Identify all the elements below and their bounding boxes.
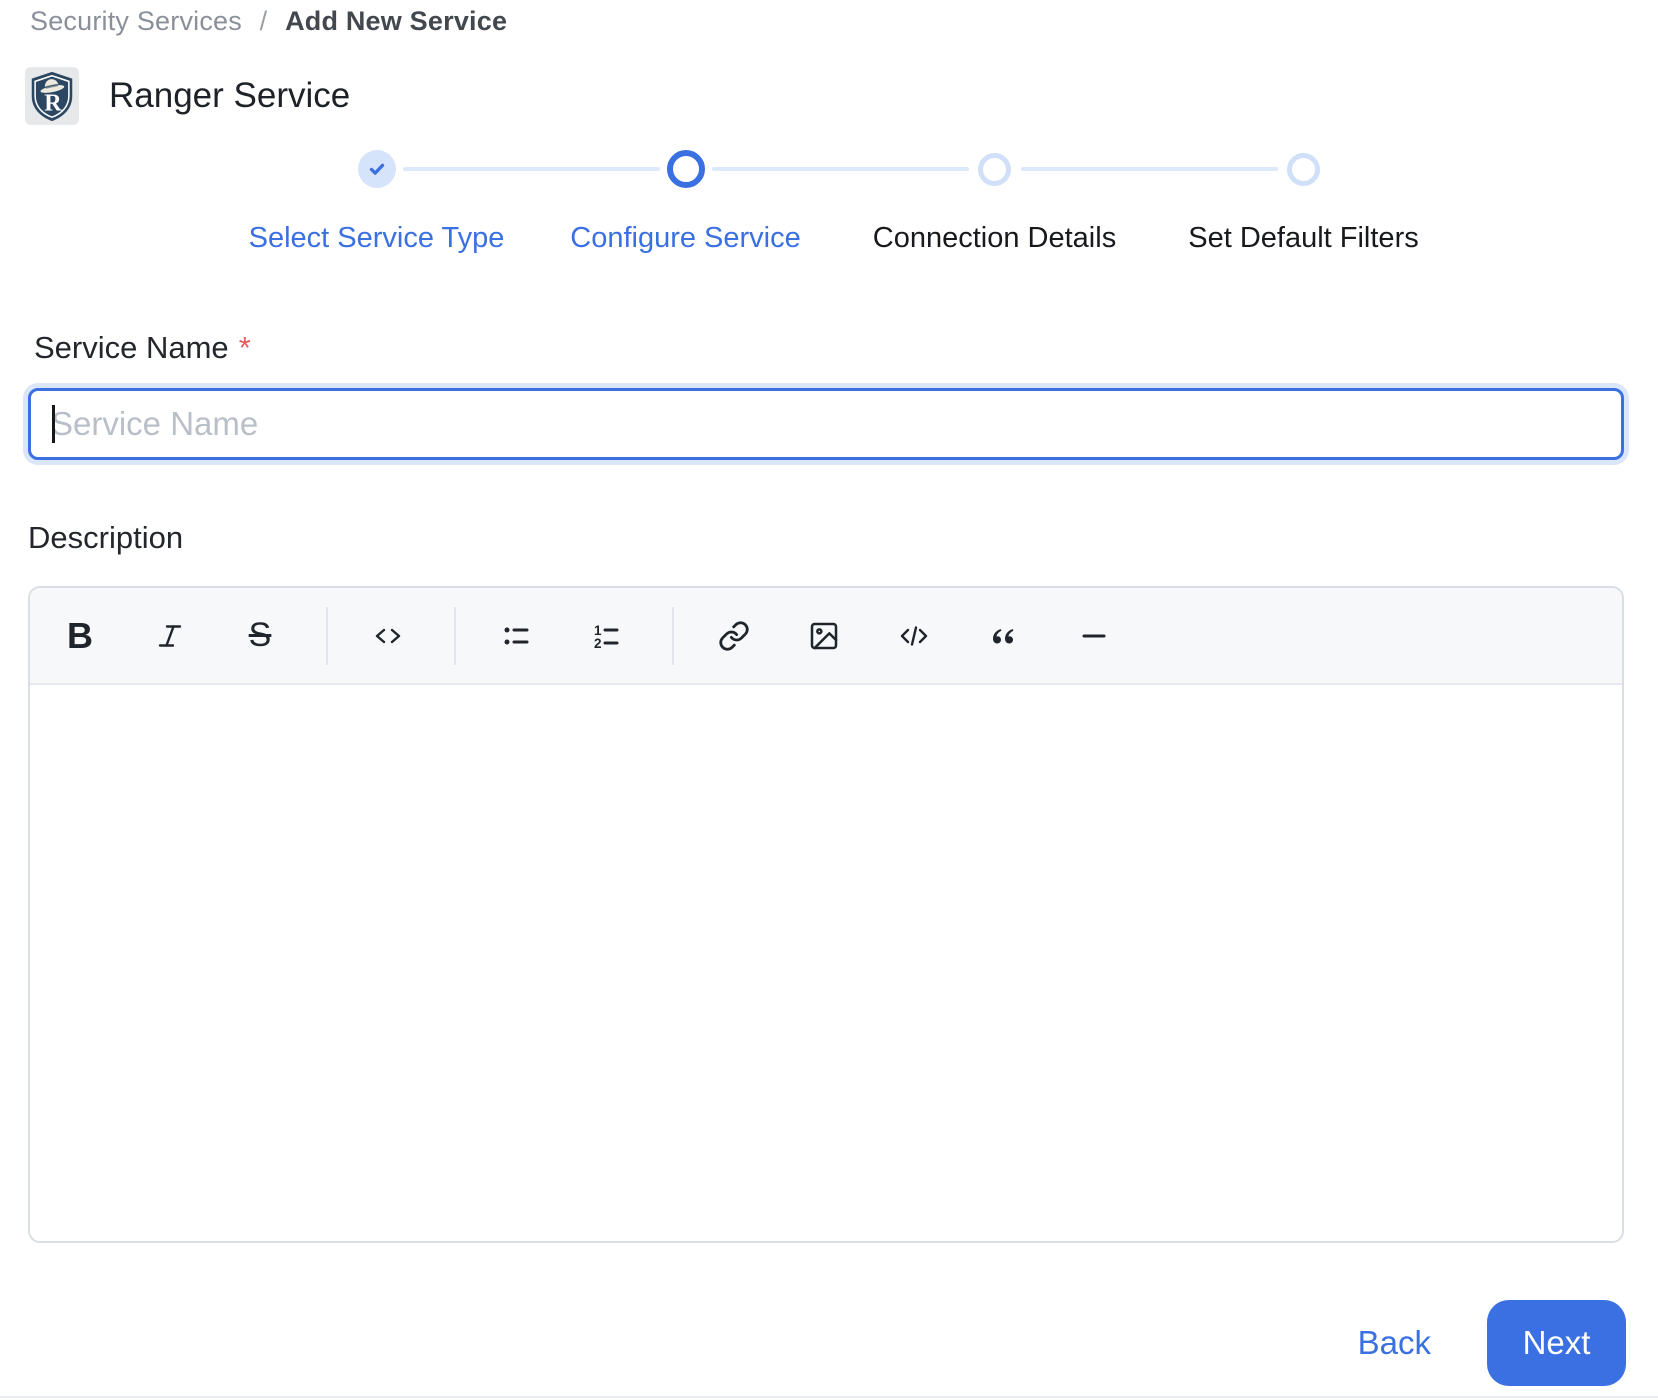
horizontal-rule-button[interactable] (1066, 608, 1122, 664)
ordered-list-icon: 1 2 (594, 623, 619, 651)
step-label: Configure Service (570, 222, 801, 254)
step-label: Connection Details (872, 222, 1117, 254)
step-completed-circle (357, 150, 396, 188)
blockquote-icon (993, 628, 1014, 643)
service-name-field-wrapper (28, 388, 1624, 460)
next-button[interactable]: Next (1487, 1300, 1626, 1386)
toolbar-divider (326, 606, 328, 665)
link-icon (719, 620, 749, 651)
toolbar-divider (672, 606, 674, 665)
breadcrumb: Security Services / Add New Service (30, 6, 507, 37)
ordered-list-button[interactable]: 1 2 (578, 608, 634, 664)
ranger-shield-logo-icon: R (25, 67, 79, 125)
step-set-default-filters[interactable]: Set Default Filters (1020, 140, 1458, 255)
wizard-footer: Back Next (1358, 1300, 1626, 1386)
required-asterisk: * (238, 330, 251, 365)
back-button[interactable]: Back (1358, 1324, 1431, 1362)
inline-code-button[interactable] (360, 608, 416, 664)
bold-button[interactable]: B (52, 608, 108, 664)
wizard-stepper: Select Service Type Configure Service Co… (222, 140, 1458, 255)
text-caret (52, 405, 55, 443)
inline-code-icon (375, 628, 401, 643)
page-header: R Ranger Service (25, 66, 350, 126)
strikethrough-button[interactable]: S (232, 608, 288, 664)
step-upcoming-circle (978, 152, 1011, 186)
italic-icon (158, 624, 182, 647)
blockquote-button[interactable] (976, 608, 1032, 664)
code-block-button[interactable] (886, 608, 942, 664)
toolbar-divider (454, 606, 456, 665)
editor-toolbar: B S 1 2 (30, 588, 1622, 685)
image-icon (810, 622, 838, 649)
service-name-input[interactable] (31, 391, 1621, 457)
service-name-label: Service Name * (34, 330, 251, 366)
check-icon (369, 163, 384, 175)
image-button[interactable] (796, 608, 852, 664)
step-active-circle (666, 150, 705, 188)
breadcrumb-parent-link[interactable]: Security Services (30, 6, 242, 36)
svg-text:R: R (44, 90, 62, 116)
step-connection-details[interactable]: Connection Details (711, 140, 1149, 255)
description-label: Description (28, 520, 184, 555)
page-title: Ranger Service (109, 76, 351, 115)
breadcrumb-current: Add New Service (285, 6, 508, 36)
bottom-divider (0, 1396, 1658, 1398)
bullet-list-button[interactable] (488, 608, 544, 664)
step-upcoming-circle (1287, 152, 1320, 186)
description-rich-text-editor: B S 1 2 (28, 586, 1624, 1243)
description-editor-content[interactable] (30, 685, 1622, 1241)
code-block-icon (900, 625, 928, 646)
link-button[interactable] (706, 608, 762, 664)
step-select-service-type[interactable]: Select Service Type (222, 140, 531, 255)
step-label: Set Default Filters (1188, 222, 1419, 254)
step-label: Select Service Type (248, 222, 505, 254)
svg-text:2: 2 (594, 636, 602, 651)
breadcrumb-separator: / (259, 6, 268, 36)
step-configure-service[interactable]: Configure Service (402, 140, 840, 255)
italic-button[interactable] (142, 608, 198, 664)
horizontal-rule-icon (1082, 634, 1106, 637)
service-name-label-text: Service Name (34, 330, 229, 365)
bullet-list-icon (504, 627, 529, 644)
